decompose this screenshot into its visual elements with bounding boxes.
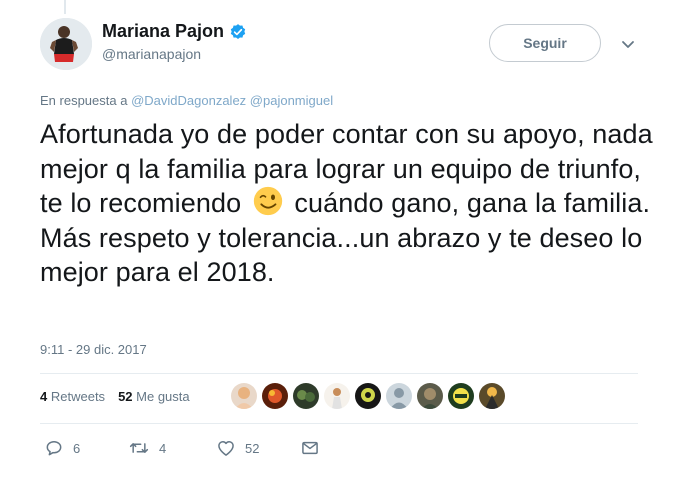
author-avatar[interactable] [40,18,92,70]
verified-badge-icon [229,23,247,41]
liker-avatar[interactable] [417,383,443,409]
retweet-button[interactable]: 4 [128,438,216,458]
retweet-icon [129,443,149,453]
liker-avatar[interactable] [386,383,412,409]
retweets-stat[interactable]: 4 Retweets [40,389,105,404]
reply-mention-link[interactable]: @DavidDagonzalez [131,93,246,108]
reply-icon [46,441,62,456]
tweet-stats: 4 Retweets 52 Me gusta [40,389,190,404]
liker-avatar[interactable] [231,383,257,409]
retweets-stat-label: Retweets [50,389,106,404]
direct-message-button[interactable] [300,438,320,458]
tweet-actions: 6 4 52 [44,438,320,458]
liker-avatar[interactable] [324,383,350,409]
likes-stat-label: Me gusta [136,389,190,404]
follow-button[interactable]: Seguir [489,24,601,62]
retweet-count: 4 [159,440,167,456]
liker-avatars [231,383,505,409]
heart-icon [218,441,234,456]
author-display-name[interactable]: Mariana Pajon [102,21,224,42]
reply-mention-link[interactable]: @pajonmiguel [250,93,333,108]
thread-connector-line [64,0,66,14]
liker-avatar[interactable] [262,383,288,409]
retweets-stat-count: 4 [40,389,48,404]
liker-avatar[interactable] [448,383,474,409]
like-count: 52 [245,440,260,456]
chevron-down-icon[interactable] [618,34,638,54]
reply-count: 6 [73,440,81,456]
like-button[interactable]: 52 [216,438,300,458]
tweet-timestamp[interactable]: 9:11 - 29 dic. 2017 [40,342,147,357]
reply-button[interactable]: 6 [44,438,128,458]
tweet-header: Mariana Pajon @marianapajon Seguir [40,18,640,74]
liker-avatar[interactable] [355,383,381,409]
divider [40,373,638,374]
author-info: Mariana Pajon @marianapajon [102,21,247,62]
likes-stat-count: 52 [118,389,133,404]
likes-stat[interactable]: 52 Me gusta [118,389,190,404]
tweet-text: Afortunada yo de poder contar con su apo… [40,117,655,290]
liker-avatar[interactable] [479,383,505,409]
reply-prefix: En respuesta a [40,93,128,108]
author-handle[interactable]: @marianapajon [102,46,247,62]
liker-avatar[interactable] [293,383,319,409]
divider [40,423,638,424]
author-avatar-image [40,18,92,70]
reply-context: En respuesta a @DavidDagonzalez @pajonmi… [40,93,333,108]
envelope-icon [302,441,318,455]
winking-face-emoji-icon [253,186,283,216]
